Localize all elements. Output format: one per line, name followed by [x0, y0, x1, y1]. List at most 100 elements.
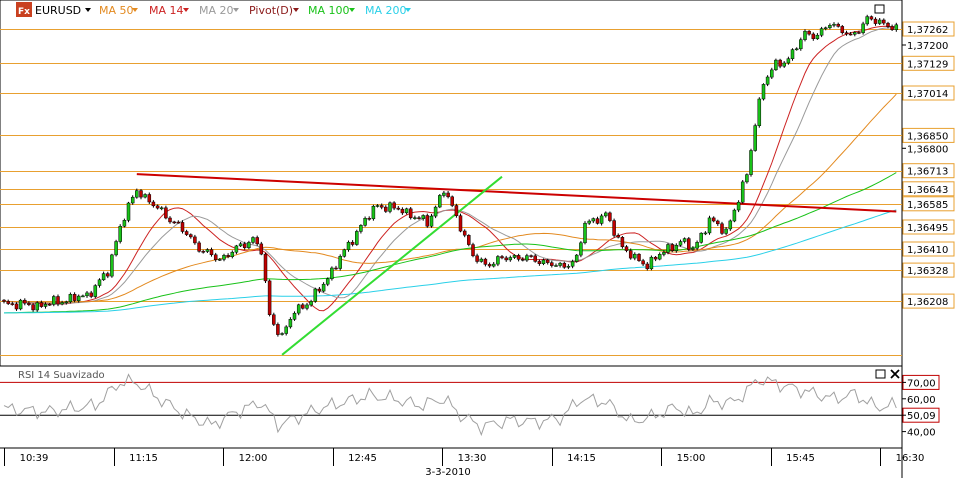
- maximize-rsi-panel-icon[interactable]: [875, 369, 886, 379]
- price-tick-label: 1,37129: [907, 59, 948, 70]
- candle-up: [740, 181, 745, 203]
- candle-up: [828, 25, 832, 29]
- candle-down: [6, 301, 10, 304]
- candle-down: [620, 237, 625, 247]
- candle-up: [118, 226, 122, 242]
- candle-up: [570, 261, 575, 267]
- candle-down: [417, 217, 421, 219]
- chart-toolbar: Fx EURUSD MA 50 MA 14 MA 20 Pivot(D) MA …: [16, 2, 411, 17]
- candle-down: [886, 22, 890, 27]
- candle-up: [877, 19, 882, 24]
- indicator-ma200-label[interactable]: MA 200: [365, 4, 407, 17]
- candle-down: [811, 33, 816, 39]
- candle-up: [803, 30, 807, 40]
- candle-down: [616, 235, 620, 238]
- candle-down: [848, 33, 853, 36]
- candle-up: [558, 262, 562, 266]
- candle-down: [450, 196, 454, 206]
- candle-up: [68, 294, 73, 303]
- price-tick-label: 1,37200: [907, 41, 948, 52]
- candle-up: [591, 218, 596, 222]
- rsi-panel: 70,00 60,00 50,09 40,00: [0, 373, 940, 449]
- candle-up: [284, 326, 288, 334]
- candle-down: [2, 299, 6, 302]
- candle-down: [267, 280, 272, 315]
- price-chart[interactable]: Fx EURUSD MA 50 MA 14 MA 20 Pivot(D) MA …: [0, 0, 956, 478]
- indicator-ma50-label[interactable]: MA 50: [99, 4, 134, 17]
- candle-up: [707, 217, 712, 234]
- rsi-tick-label: 50,09: [907, 411, 936, 422]
- chart-window: Fx EURUSD MA 50 MA 14 MA 20 Pivot(D) MA …: [0, 0, 956, 478]
- candle-up: [330, 267, 334, 280]
- candle-up: [554, 265, 558, 267]
- candle-down: [155, 205, 160, 209]
- candle-up: [599, 215, 604, 224]
- candle-down: [14, 303, 19, 310]
- trendline-resistance[interactable]: [136, 173, 897, 213]
- rsi-tick-label: 70,00: [907, 378, 936, 389]
- candle-up: [97, 279, 102, 286]
- moving-averages: [3, 25, 897, 314]
- candle-up: [691, 247, 695, 250]
- candle-up: [699, 232, 703, 243]
- candle-down: [272, 314, 276, 325]
- indicator-ma14-dropdown-icon[interactable]: [183, 8, 189, 12]
- candle-up: [832, 23, 836, 26]
- candle-down: [516, 255, 521, 260]
- close-rsi-panel-icon[interactable]: [890, 369, 900, 379]
- candle-down: [425, 215, 430, 227]
- candle-down: [367, 218, 371, 220]
- price-tick-label: 1,36585: [907, 200, 948, 211]
- trendline-support[interactable]: [281, 175, 503, 356]
- candle-up: [143, 194, 147, 198]
- indicator-pivot-dropdown-icon[interactable]: [293, 8, 299, 12]
- symbol-dropdown-icon[interactable]: [85, 8, 91, 12]
- candle-up: [512, 255, 517, 258]
- candle-down: [89, 292, 93, 297]
- candle-down: [213, 254, 218, 261]
- indicator-ma14-label[interactable]: MA 14: [149, 4, 184, 17]
- ma-14-line: [3, 25, 897, 312]
- indicator-pivot-label[interactable]: Pivot(D): [249, 4, 293, 17]
- maximize-price-panel-icon[interactable]: [874, 4, 885, 14]
- indicator-ma20-dropdown-icon[interactable]: [233, 8, 239, 12]
- candle-up: [674, 245, 679, 251]
- candle-down: [106, 273, 110, 277]
- candle-down: [384, 206, 388, 212]
- price-plot-frame: [0, 0, 903, 367]
- indicator-ma20-label[interactable]: MA 20: [199, 4, 234, 17]
- candle-down: [670, 244, 674, 251]
- candle-up: [251, 237, 255, 243]
- candle-down: [521, 259, 525, 261]
- candle-up: [703, 232, 708, 235]
- candle-down: [840, 26, 845, 33]
- indicator-ma100-label[interactable]: MA 100: [308, 4, 350, 17]
- candle-up: [122, 220, 127, 227]
- candle-down: [408, 208, 413, 219]
- symbol-label[interactable]: EURUSD: [35, 4, 81, 17]
- candle-up: [313, 288, 318, 302]
- candle-up: [745, 174, 749, 183]
- indicator-ma100-dropdown-icon[interactable]: [349, 8, 355, 12]
- candle-up: [230, 251, 235, 257]
- candle-up: [238, 243, 243, 247]
- candle-up: [371, 205, 376, 220]
- candle-down: [562, 262, 567, 268]
- price-axis: 1,37262 1,37200 1,37129 1,37014 1,36850 1,368…: [902, 21, 955, 309]
- candle-up: [359, 225, 363, 232]
- candle-up: [724, 228, 728, 234]
- candle-up: [761, 84, 766, 100]
- candle-down: [301, 304, 305, 309]
- candle-up: [346, 241, 351, 251]
- candle-up: [774, 59, 778, 71]
- candle-down: [471, 244, 475, 257]
- candle-down: [778, 59, 782, 67]
- candle-down: [209, 249, 214, 256]
- candle-up: [438, 195, 442, 208]
- candle-down: [147, 194, 152, 203]
- candle-up: [159, 207, 164, 210]
- candle-up: [135, 190, 139, 198]
- candle-up: [508, 257, 513, 261]
- candle-up: [753, 125, 757, 151]
- candle-up: [305, 304, 309, 309]
